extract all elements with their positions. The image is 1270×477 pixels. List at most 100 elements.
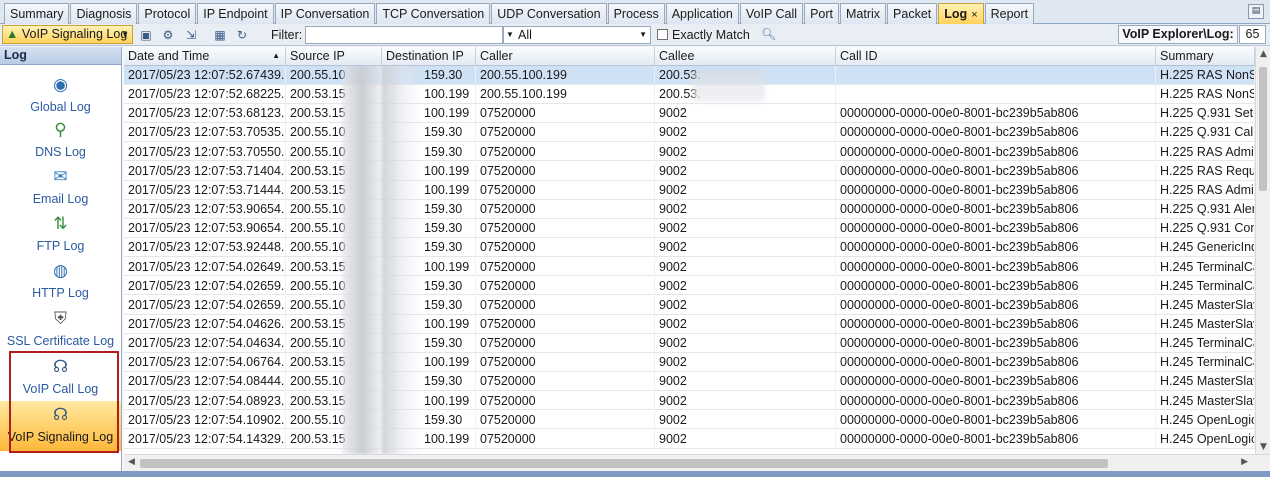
ftp-icon: ⇅ bbox=[53, 214, 68, 233]
tab-ip-conversation[interactable]: IP Conversation bbox=[274, 3, 376, 24]
chevron-down-icon[interactable]: ▼ bbox=[1256, 442, 1270, 452]
scroll-thumb[interactable] bbox=[1259, 67, 1267, 191]
table-cell: H.245 GenericInd bbox=[1156, 238, 1255, 257]
tab-ip-endpoint[interactable]: IP Endpoint bbox=[197, 3, 274, 24]
horizontal-scrollbar[interactable]: ◀ ▶ bbox=[124, 454, 1270, 471]
chevron-left-icon[interactable]: ◀ bbox=[128, 457, 135, 467]
tab-matrix[interactable]: Matrix bbox=[840, 3, 887, 24]
log-sidebar: Log ◉ Global Log ⚲ DNS Log ✉ Email Log ⇅ FTP Lo… bbox=[0, 47, 122, 475]
tab-menu-icon[interactable]: ▤ bbox=[1248, 4, 1264, 19]
log-table: Date and Time ▲ Source IP Destination IP Cal… bbox=[124, 47, 1255, 454]
table-cell: H.225 RAS Admis bbox=[1156, 180, 1255, 199]
scroll-thumb[interactable] bbox=[140, 459, 1108, 468]
table-cell: 2017/05/23 12:07:53.70535... bbox=[124, 123, 286, 142]
table-cell: 00000000-0000-00e0-8001-bc239b5ab806 bbox=[836, 219, 1156, 238]
table-cell: 00000000-0000-00e0-8001-bc239b5ab806 bbox=[836, 104, 1156, 123]
table-cell: 100.199 bbox=[382, 180, 476, 199]
chevron-up-icon[interactable]: ▲ bbox=[1256, 49, 1270, 59]
table-row[interactable]: 2017/05/23 12:07:54.04634... 200.55.10 159… bbox=[124, 334, 1255, 353]
table-cell: 2017/05/23 12:07:54.08444... bbox=[124, 372, 286, 391]
tab-diagnosis[interactable]: Diagnosis bbox=[70, 3, 138, 24]
column-header[interactable]: Call ID bbox=[836, 47, 1156, 66]
column-header[interactable]: Source IP bbox=[286, 47, 382, 66]
table-cell: 200.53.15 bbox=[286, 85, 382, 104]
email-icon: ✉ bbox=[53, 167, 68, 186]
tab-packet[interactable]: Packet bbox=[887, 3, 938, 24]
tab-udp-conversation[interactable]: UDP Conversation bbox=[491, 3, 607, 24]
sidebar-item-email-log[interactable]: ✉ Email Log bbox=[0, 163, 121, 209]
tab-tcp-conversation[interactable]: TCP Conversation bbox=[376, 3, 491, 24]
table-row[interactable]: 2017/05/23 12:07:52.67439... 200.55.10 159… bbox=[124, 66, 1255, 85]
table-row[interactable]: 2017/05/23 12:07:53.90654... 200.55.10 159… bbox=[124, 200, 1255, 219]
filter-input[interactable] bbox=[305, 26, 503, 44]
table-row[interactable]: 2017/05/23 12:07:54.08444... 200.55.10 159… bbox=[124, 372, 1255, 392]
sidebar-title: Log bbox=[0, 47, 121, 65]
table-cell: 9002 bbox=[655, 142, 836, 161]
vertical-scrollbar[interactable]: ▲ ▼ bbox=[1255, 47, 1270, 454]
column-header[interactable]: Destination IP bbox=[382, 47, 476, 66]
table-row[interactable]: 2017/05/23 12:07:53.71404... 200.53.15 100… bbox=[124, 161, 1255, 181]
filter-tool-icon[interactable]: ⚙ bbox=[160, 27, 176, 43]
table-cell: H.225 Q.931 Aler bbox=[1156, 200, 1255, 219]
sidebar-item-global-log[interactable]: ◉ Global Log bbox=[0, 71, 121, 117]
column-header[interactable]: Caller bbox=[476, 47, 655, 66]
column-header[interactable]: Date and Time ▲ bbox=[124, 47, 286, 66]
view-select-dropdown[interactable]: ▲ VoIP Signaling Log ▼ bbox=[2, 25, 133, 44]
tab-voip-call[interactable]: VoIP Call bbox=[739, 3, 804, 24]
tab-label: Process bbox=[613, 7, 659, 21]
table-cell: 200.55.10 bbox=[286, 276, 382, 295]
column-header[interactable]: Callee bbox=[655, 47, 836, 66]
table-row[interactable]: 2017/05/23 12:07:54.04626... 200.53.15 100… bbox=[124, 314, 1255, 334]
table-cell: 200.55.10 bbox=[286, 200, 382, 219]
table-row[interactable]: 2017/05/23 12:07:54.06764... 200.53.15 100… bbox=[124, 353, 1255, 373]
table-row[interactable]: 2017/05/23 12:07:53.68123... 200.53.15 100… bbox=[124, 104, 1255, 124]
table-row[interactable]: 2017/05/23 12:07:54.08923... 200.53.15 100… bbox=[124, 391, 1255, 411]
exact-match-checkbox[interactable] bbox=[657, 29, 668, 40]
tab-protocol[interactable]: Protocol bbox=[138, 3, 197, 24]
filter-scope-dropdown[interactable]: ▼ All ▼ bbox=[503, 26, 651, 44]
table-cell: 2017/05/23 12:07:54.02659... bbox=[124, 276, 286, 295]
table-row[interactable]: 2017/05/23 12:07:54.02659... 200.55.10 159… bbox=[124, 276, 1255, 296]
sidebar-item-ftp-log[interactable]: ⇅ FTP Log bbox=[0, 210, 121, 256]
table-row[interactable]: 2017/05/23 12:07:53.90654... 200.55.10 159… bbox=[124, 219, 1255, 238]
table-row[interactable]: 2017/05/23 12:07:54.02659... 200.55.10 159… bbox=[124, 295, 1255, 315]
tab-summary[interactable]: Summary bbox=[4, 3, 70, 24]
sidebar-item-voip-call-log[interactable]: ☊ VoIP Call Log bbox=[0, 353, 121, 399]
table-cell: 07520000 bbox=[476, 219, 655, 238]
table-row[interactable]: 2017/05/23 12:07:53.70550... 200.55.10 159… bbox=[124, 142, 1255, 162]
close-icon[interactable]: × bbox=[971, 9, 977, 21]
chevron-right-icon[interactable]: ▶ bbox=[1241, 457, 1248, 467]
table-cell: 2017/05/23 12:07:53.68123... bbox=[124, 104, 286, 123]
table-cell: 100.199 bbox=[382, 429, 476, 448]
column-header-label: Call ID bbox=[840, 49, 878, 63]
tab-port[interactable]: Port bbox=[804, 3, 840, 24]
table-row[interactable]: 2017/05/23 12:07:54.14329... 200.53.15 100… bbox=[124, 429, 1255, 449]
tab-log[interactable]: Log × bbox=[938, 3, 984, 24]
table-cell: 9002 bbox=[655, 219, 836, 238]
sidebar-item-dns-log[interactable]: ⚲ DNS Log bbox=[0, 116, 121, 162]
table-row[interactable]: 2017/05/23 12:07:52.68225... 200.53.15 100… bbox=[124, 85, 1255, 104]
tab-process[interactable]: Process bbox=[607, 3, 665, 24]
tab-report[interactable]: Report bbox=[984, 3, 1035, 24]
sidebar-item-http-log[interactable]: ◍ HTTP Log bbox=[0, 257, 121, 303]
search-icon[interactable]: 🔍︎ bbox=[761, 27, 776, 41]
settings-icon[interactable]: ▦ bbox=[212, 27, 228, 43]
column-header-label: Date and Time bbox=[128, 49, 210, 63]
table-row[interactable]: 2017/05/23 12:07:53.92448... 200.55.10 159… bbox=[124, 238, 1255, 258]
table-row[interactable]: 2017/05/23 12:07:54.10902... 200.55.10 159… bbox=[124, 410, 1255, 430]
table-row[interactable]: 2017/05/23 12:07:54.02649... 200.53.15 100… bbox=[124, 257, 1255, 277]
save-icon[interactable]: ▣ bbox=[138, 27, 154, 43]
table-row[interactable]: 2017/05/23 12:07:53.70535... 200.55.10 159… bbox=[124, 123, 1255, 143]
sidebar-item-voip-signaling-log[interactable]: ☊ VoIP Signaling Log bbox=[0, 401, 121, 451]
table-row[interactable]: 2017/05/23 12:07:53.71444... 200.53.15 100… bbox=[124, 180, 1255, 200]
sidebar-item-ssl-certificate-log[interactable]: ⛨ SSL Certificate Log bbox=[0, 305, 121, 351]
table-cell: 07520000 bbox=[476, 295, 655, 314]
tab-application[interactable]: Application bbox=[665, 3, 739, 24]
export-icon[interactable]: ⇲ bbox=[183, 27, 199, 43]
table-cell: H.225 Q.931 Setu bbox=[1156, 104, 1255, 123]
column-header[interactable]: Summary bbox=[1156, 47, 1255, 66]
status-strip bbox=[0, 471, 1270, 477]
refresh-icon[interactable]: ↻ bbox=[234, 27, 250, 43]
table-cell: 07520000 bbox=[476, 238, 655, 257]
table-cell: 9002 bbox=[655, 314, 836, 333]
